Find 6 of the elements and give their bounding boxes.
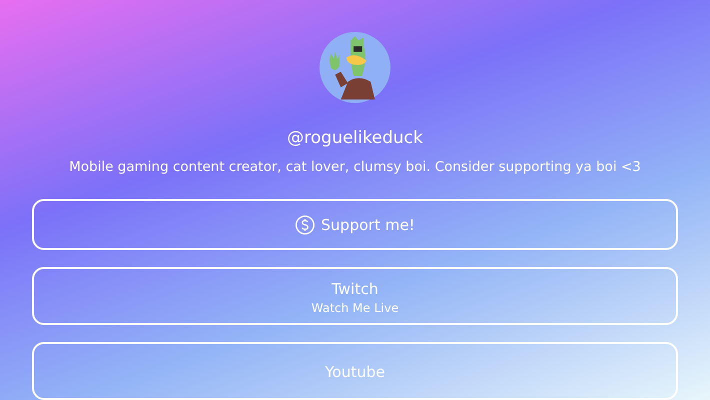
support-button[interactable]: Support me! <box>32 199 678 250</box>
dollar-coin-icon <box>295 214 316 234</box>
link-button[interactable]: Youtube <box>32 342 678 400</box>
link-button[interactable]: Twitch Watch Me Live <box>32 267 678 325</box>
profile-bio: Mobile gaming content creator, cat lover, clumsy boi. Consider supporting ya boi <3 <box>69 159 641 175</box>
profile-handle: @roguelikeduck <box>287 128 423 148</box>
